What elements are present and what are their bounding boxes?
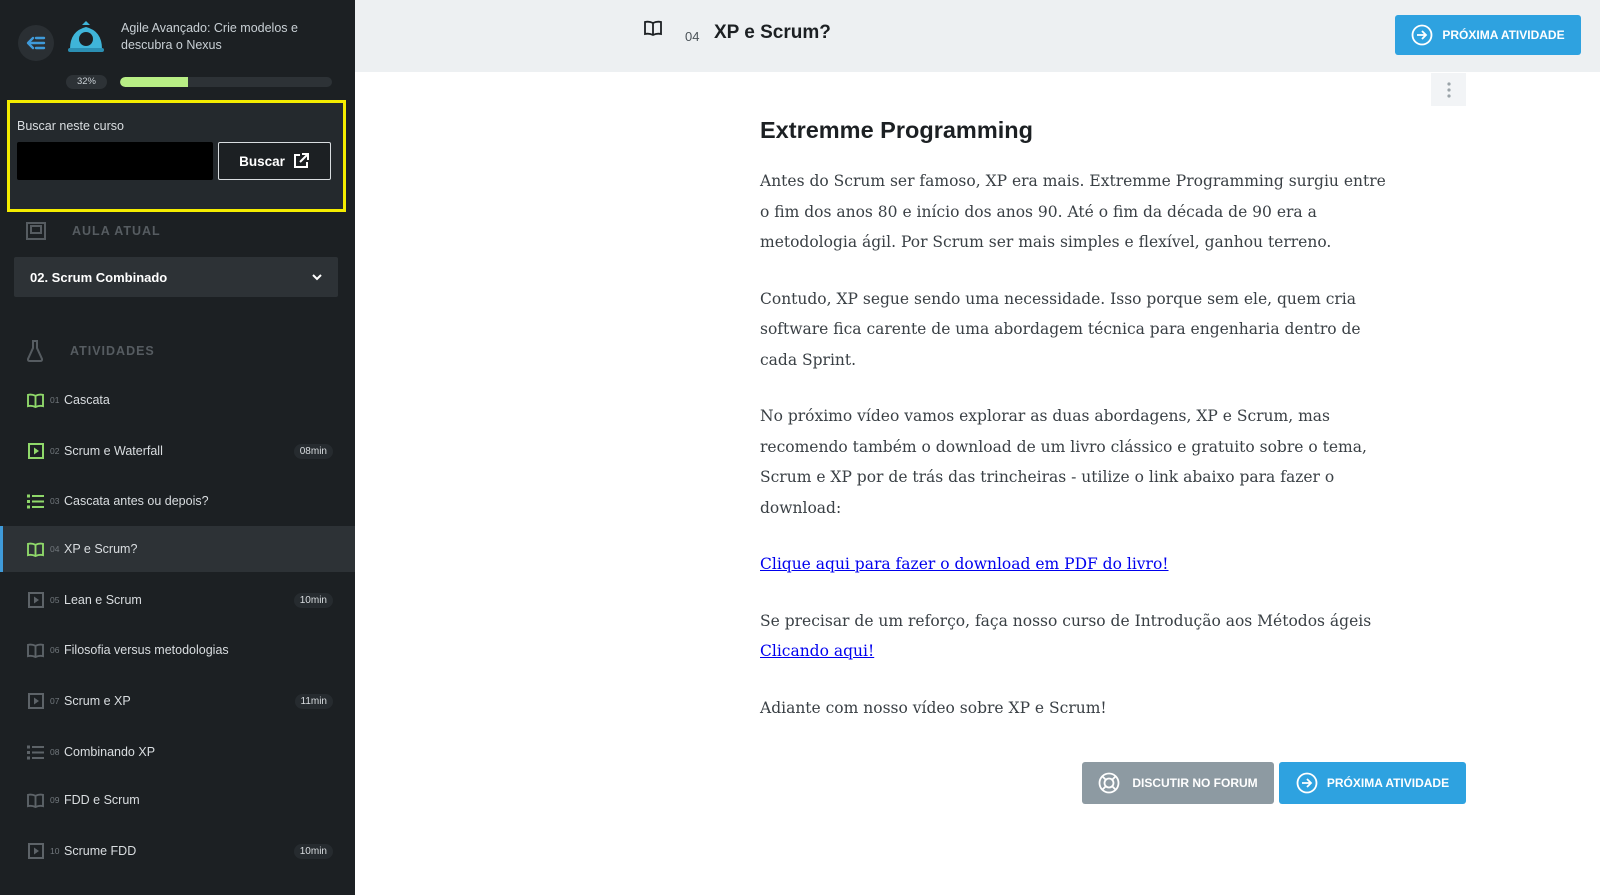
lesson-select-value: 02. Scrum Combinado xyxy=(30,269,168,285)
activity-item[interactable]: 05 Lean e Scrum 10min xyxy=(0,577,355,623)
next-activity-label: PRÓXIMA ATIVIDADE xyxy=(1442,28,1565,42)
activity-label: Scrum e XP xyxy=(64,694,131,708)
course-title: Agile Avançado: Crie modelos e descubra … xyxy=(121,21,298,52)
activity-label: Filosofia versus metodologias xyxy=(64,643,229,657)
book-icon xyxy=(26,791,45,810)
activity-duration: 08min xyxy=(293,443,333,459)
activity-duration: 10min xyxy=(293,843,333,859)
search-button-label: Buscar xyxy=(239,153,285,169)
activity-number: 06 xyxy=(50,645,60,655)
video-icon xyxy=(26,591,45,610)
list-icon xyxy=(26,743,45,762)
lesson-select[interactable]: 02. Scrum Combinado xyxy=(14,257,338,297)
paragraph-5: Adiante com nosso vídeo sobre XP e Scrum… xyxy=(760,698,1107,717)
progress-bar xyxy=(120,77,332,87)
book-icon xyxy=(644,20,662,36)
search-input[interactable] xyxy=(17,142,213,180)
progress-percent: 32% xyxy=(66,75,107,89)
paragraph-4-text: Se precisar de um reforço, faça nosso cu… xyxy=(760,611,1372,630)
course-header: Agile Avançado: Crie modelos e descubra … xyxy=(0,0,355,98)
activity-item[interactable]: 03 Cascata antes ou depois? xyxy=(0,478,355,524)
more-options-button[interactable] xyxy=(1431,73,1466,106)
next-activity-bottom-label: PRÓXIMA ATIVIDADE xyxy=(1326,776,1450,790)
book-outline-icon xyxy=(26,222,46,240)
activity-item[interactable]: 07 Scrum e XP 11min xyxy=(0,678,355,724)
activity-duration: 11min xyxy=(294,693,333,709)
activity-item[interactable]: 04 XP e Scrum? xyxy=(0,526,355,572)
current-lesson-heading: AULA ATUAL xyxy=(26,222,161,240)
course-logo-icon xyxy=(68,21,104,52)
activity-number: 01 xyxy=(50,395,60,405)
paragraph-2: Contudo, XP segue sendo uma necessidade.… xyxy=(760,289,1361,369)
arrow-circle-right-icon xyxy=(1296,772,1318,794)
search-label: Buscar neste curso xyxy=(17,119,124,133)
activity-label: Combinando XP xyxy=(64,745,156,759)
forum-button[interactable]: DISCUTIR NO FORUM xyxy=(1082,762,1274,804)
arrow-circle-right-icon xyxy=(1411,24,1433,46)
activity-number: 03 xyxy=(50,496,60,506)
activity-number: 10 xyxy=(50,846,60,856)
flask-icon xyxy=(26,340,44,362)
activity-label: FDD e Scrum xyxy=(64,793,140,807)
paragraph-3: No próximo vídeo vamos explorar as duas … xyxy=(760,407,1367,517)
menu-back-icon xyxy=(26,36,46,50)
next-activity-button[interactable]: PRÓXIMA ATIVIDADE xyxy=(1395,15,1581,55)
article: Extremme Programming Antes do Scrum ser … xyxy=(760,117,1390,749)
activity-number: 04 xyxy=(50,544,60,554)
activity-item[interactable]: 09 FDD e Scrum xyxy=(0,777,355,823)
search-button[interactable]: Buscar xyxy=(218,142,331,180)
activity-label: Cascata xyxy=(64,393,110,407)
activity-item[interactable]: 08 Combinando XP xyxy=(0,729,355,775)
paragraph-link: Clique aqui para fazer o download em PDF… xyxy=(760,549,1390,580)
activity-item[interactable]: 02 Scrum e Waterfall 08min xyxy=(0,428,355,474)
activity-number: 04 xyxy=(685,29,700,44)
article-title: Extremme Programming xyxy=(760,117,1033,143)
activity-label: Lean e Scrum xyxy=(64,593,142,607)
activity-number: 05 xyxy=(50,595,60,605)
activities-heading-label: ATIVIDADES xyxy=(70,344,155,358)
forum-button-label: DISCUTIR NO FORUM xyxy=(1132,776,1258,790)
activity-title: XP e Scrum? xyxy=(714,22,831,43)
video-icon xyxy=(26,692,45,711)
current-lesson-heading-label: AULA ATUAL xyxy=(72,224,161,238)
app: Agile Avançado: Crie modelos e descubra … xyxy=(0,0,1600,895)
activity-label: Scrume FDD xyxy=(64,844,137,858)
video-icon xyxy=(26,442,45,461)
intro-course-link[interactable]: Clicando aqui! xyxy=(760,642,874,660)
external-link-icon xyxy=(293,153,309,168)
kebab-menu-icon xyxy=(1446,81,1451,98)
sidebar: Agile Avançado: Crie modelos e descubra … xyxy=(0,0,355,895)
activity-label: Cascata antes ou depois? xyxy=(64,494,209,508)
activity-label: XP e Scrum? xyxy=(64,542,138,556)
pdf-download-link[interactable]: Clique aqui para fazer o download em PDF… xyxy=(760,555,1169,573)
activity-number: 07 xyxy=(50,696,60,706)
paragraph-1: Antes do Scrum ser famoso, XP era mais. … xyxy=(760,172,1386,251)
book-icon xyxy=(26,391,45,410)
progress-fill xyxy=(120,77,188,87)
activity-duration: 10min xyxy=(293,592,333,608)
activity-item[interactable]: 10 Scrume FDD 10min xyxy=(0,828,355,874)
book-icon xyxy=(26,540,45,559)
activity-item[interactable]: 06 Filosofia versus metodologias xyxy=(0,627,355,673)
back-button[interactable] xyxy=(18,25,54,61)
book-icon xyxy=(26,641,45,660)
chevron-down-icon xyxy=(312,274,322,281)
activity-number: 02 xyxy=(50,446,60,456)
topbar: 04 XP e Scrum? PRÓXIMA ATIVIDADE xyxy=(355,0,1600,72)
paragraph-4: Se precisar de um reforço, faça nosso cu… xyxy=(760,606,1390,667)
activity-number: 09 xyxy=(50,795,60,805)
list-icon xyxy=(26,492,45,511)
activity-item[interactable]: 01 Cascata xyxy=(0,377,355,423)
search-panel: Buscar neste curso Buscar xyxy=(7,100,346,212)
video-icon xyxy=(26,842,45,861)
next-activity-bottom-button[interactable]: PRÓXIMA ATIVIDADE xyxy=(1279,762,1466,804)
activity-number: 08 xyxy=(50,747,60,757)
lifebuoy-icon xyxy=(1098,772,1120,794)
activities-heading: ATIVIDADES xyxy=(26,340,155,362)
activity-label: Scrum e Waterfall xyxy=(64,444,163,458)
